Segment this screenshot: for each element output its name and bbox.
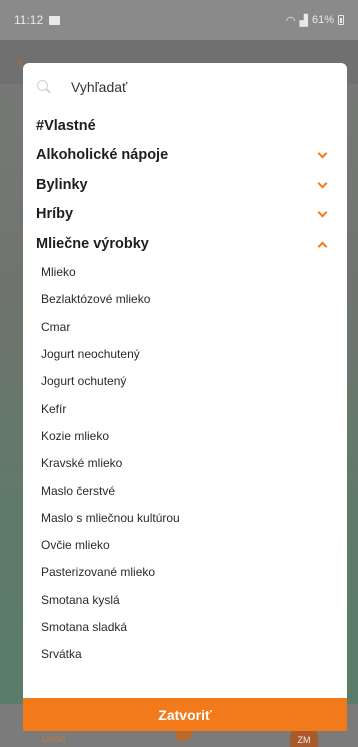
search-icon <box>37 80 51 94</box>
list-item[interactable]: Bezlaktózové mlieko <box>23 286 347 313</box>
category-picker-modal: Vyhľadať #Vlastné Alkoholické nápoje Byl… <box>23 63 347 730</box>
category-label: Hríby <box>36 206 74 223</box>
close-button[interactable]: Zatvoriť <box>23 698 347 731</box>
chevron-down-icon <box>317 150 327 160</box>
list-item[interactable]: Jogurt neochutený <box>23 340 347 367</box>
list-item[interactable]: Smotana sladká <box>23 613 347 640</box>
category-list: #Vlastné Alkoholické nápoje Bylinky Hríb… <box>23 111 347 668</box>
image-icon <box>49 15 61 25</box>
category-label: Alkoholické nápoje <box>36 147 169 164</box>
bottom-nav-home-label: Úvod <box>42 734 66 745</box>
category-label: Bylinky <box>36 176 88 193</box>
category-row-bylinky[interactable]: Bylinky <box>23 170 347 200</box>
status-time: 11:12 <box>14 13 44 27</box>
chevron-up-icon <box>317 239 327 249</box>
status-bar: 11:12 ◠ ▟ 61% <box>0 0 358 40</box>
status-right: ◠ ▟ 61% <box>286 14 344 27</box>
list-item[interactable]: Kefír <box>23 395 347 422</box>
category-label: Mliečne výrobky <box>36 235 149 252</box>
category-row-alkoholicke-napoje[interactable]: Alkoholické nápoje <box>23 141 347 171</box>
search-input[interactable]: Vyhľadať <box>71 79 127 95</box>
list-item[interactable]: Ovčie mlieko <box>23 531 347 558</box>
chevron-down-icon <box>317 209 327 219</box>
list-item[interactable]: Smotana kyslá <box>23 586 347 613</box>
category-label: #Vlastné <box>36 117 96 134</box>
category-row-mliecne-vyrobky[interactable]: Mliečne výrobky <box>23 229 347 259</box>
list-item[interactable]: Pasterizované mlieko <box>23 559 347 586</box>
list-item[interactable]: Cmar <box>23 313 347 340</box>
status-left: 11:12 <box>14 13 61 27</box>
list-item[interactable]: Kravské mlieko <box>23 450 347 477</box>
signal-icon: ▟ <box>299 14 308 27</box>
chevron-down-icon <box>317 180 327 190</box>
list-item[interactable]: Kozie mlieko <box>23 422 347 449</box>
category-row-hriby[interactable]: Hríby <box>23 200 347 230</box>
battery-level: 61% <box>311 14 334 26</box>
category-row-vlastne[interactable]: #Vlastné <box>23 111 347 141</box>
wifi-icon: ◠ <box>285 14 296 27</box>
list-item[interactable]: Mlieko <box>23 259 347 286</box>
search-bar[interactable]: Vyhľadať <box>23 63 347 111</box>
list-item[interactable]: Maslo čerstvé <box>23 477 347 504</box>
battery-icon <box>338 15 344 25</box>
list-item[interactable]: Jogurt ochutený <box>23 368 347 395</box>
list-item[interactable]: Maslo s mliečnou kultúrou <box>23 504 347 531</box>
list-item[interactable]: Srvátka <box>23 641 347 668</box>
